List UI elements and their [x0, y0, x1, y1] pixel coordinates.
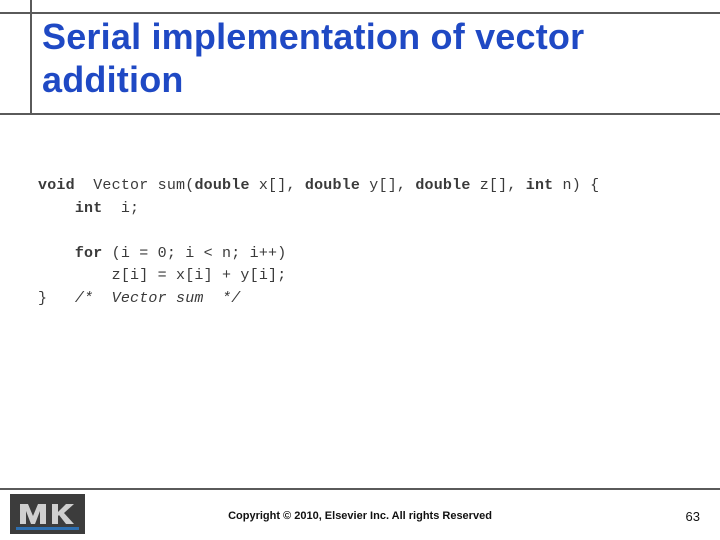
code-text: i; [102, 200, 139, 217]
rule-left [30, 0, 32, 115]
code-text: y[], [360, 177, 415, 194]
code-text: } [38, 290, 75, 307]
code-text: z[], [471, 177, 526, 194]
page-number: 63 [686, 509, 700, 524]
code-text: z[i] = x[i] + y[i]; [38, 267, 286, 284]
keyword-double: double [194, 177, 249, 194]
keyword-double: double [305, 177, 360, 194]
code-text: Vector sum( [75, 177, 195, 194]
code-block: void Vector sum(double x[], double y[], … [38, 175, 678, 310]
slide: Serial implementation of vector addition… [0, 0, 720, 540]
keyword-int: int [526, 177, 554, 194]
code-text: n) { [553, 177, 599, 194]
keyword-void: void [38, 177, 75, 194]
copyright-text: Copyright © 2010, Elsevier Inc. All righ… [0, 510, 720, 522]
code-text: x[], [250, 177, 305, 194]
code-text: (i = 0; i < n; i++) [102, 245, 286, 262]
rule-footer [0, 488, 720, 490]
keyword-double: double [415, 177, 470, 194]
rule-top [0, 12, 720, 14]
slide-title: Serial implementation of vector addition [42, 15, 682, 101]
code-comment: /* Vector sum */ [75, 290, 241, 307]
rule-title-bottom [0, 113, 720, 115]
keyword-for: for [75, 245, 103, 262]
keyword-int: int [75, 200, 103, 217]
